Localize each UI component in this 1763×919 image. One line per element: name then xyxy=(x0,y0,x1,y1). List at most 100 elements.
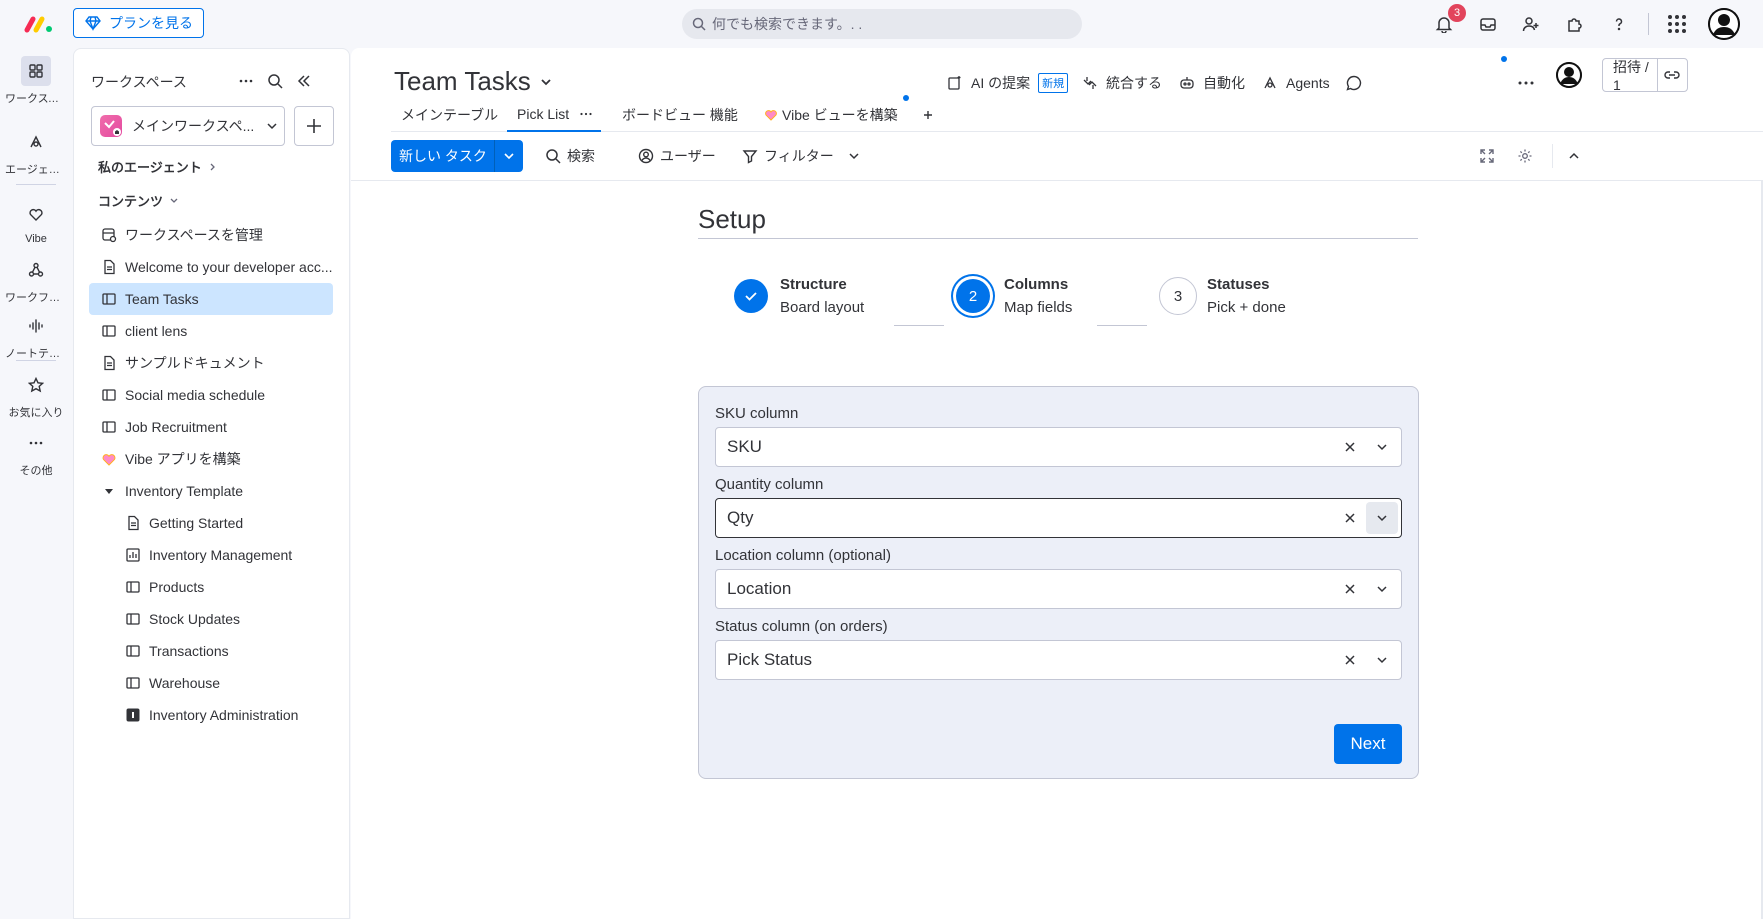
sidebar-item-label: Team Tasks xyxy=(125,291,199,307)
chevron-down-icon[interactable] xyxy=(848,150,860,162)
sidebar-item[interactable]: Welcome to your developer acc... xyxy=(89,251,333,283)
rail-item-vibe[interactable]: Vibe xyxy=(0,199,72,245)
sidebar-item[interactable]: サンプルドキュメント xyxy=(89,347,333,379)
chevron-down-icon[interactable] xyxy=(1366,431,1398,463)
contents-section[interactable]: コンテンツ xyxy=(98,191,179,210)
sidebar-item-label: Social media schedule xyxy=(125,387,266,403)
sidebar-item[interactable]: Job Recruitment xyxy=(89,411,333,443)
chevron-down-icon[interactable] xyxy=(1366,644,1398,676)
settings-gear-icon[interactable] xyxy=(1517,140,1533,172)
sidebar-item[interactable]: Transactions xyxy=(89,635,333,667)
tab-options-icon[interactable] xyxy=(579,107,593,121)
workspace-sidebar: ワークスペース メインワークスペ... 私のエージェント コンテンツ ワークスペ… xyxy=(73,48,350,919)
rail-divider xyxy=(16,184,56,185)
sidebar-search-icon[interactable] xyxy=(263,69,287,93)
sidebar-item[interactable]: ワークスペースを管理 xyxy=(89,219,333,251)
sidebar-item[interactable]: Products xyxy=(89,571,333,603)
board-title[interactable]: Team Tasks xyxy=(394,66,553,97)
automate-button[interactable]: 自動化 xyxy=(1179,68,1245,98)
agents-button[interactable]: Agents xyxy=(1262,68,1330,98)
rail-label: Vibe xyxy=(25,233,47,245)
rail-item-more[interactable]: その他 xyxy=(0,428,72,478)
clear-icon[interactable] xyxy=(1334,502,1366,534)
step-subtitle: Map fields xyxy=(1004,299,1073,316)
tab-label: メインテーブル xyxy=(401,107,499,123)
sidebar-item[interactable]: client lens xyxy=(89,315,333,347)
ai-suggestions-button[interactable]: AI の提案 新規 xyxy=(947,68,1069,98)
integrate-button[interactable]: 統合する xyxy=(1082,68,1162,98)
collapse-sidebar-icon[interactable] xyxy=(292,69,316,93)
filter-button[interactable]: フィルター xyxy=(742,140,860,172)
board-menu-icon[interactable] xyxy=(1517,68,1535,98)
invite-button[interactable]: 招待 / 1 xyxy=(1602,58,1688,93)
tab-build-vibe-view[interactable]: Vibe ビューを構築 xyxy=(754,98,908,132)
sidebar-item[interactable]: Warehouse xyxy=(89,667,333,699)
sidebar-item[interactable]: Team Tasks xyxy=(89,283,333,315)
my-agents-section[interactable]: 私のエージェント xyxy=(98,157,218,176)
caret-icon[interactable] xyxy=(101,483,117,499)
rail-item-agents[interactable]: エージェント xyxy=(0,127,72,177)
clear-icon[interactable] xyxy=(1334,644,1366,676)
sku-column-select[interactable]: SKU xyxy=(715,427,1402,467)
sidebar-more-icon[interactable] xyxy=(234,69,258,93)
next-button[interactable]: Next xyxy=(1334,724,1402,764)
copy-link-icon[interactable] xyxy=(1656,59,1687,91)
sidebar-item[interactable]: Stock Updates xyxy=(89,603,333,635)
rail-item-workspace[interactable]: ワークスペース xyxy=(0,56,72,106)
fullscreen-icon[interactable] xyxy=(1479,140,1495,172)
rail-item-notetaker[interactable]: ノートテイカー xyxy=(0,311,72,361)
chevron-down-icon[interactable] xyxy=(1366,573,1398,605)
tab-main-table[interactable]: メインテーブル xyxy=(391,98,508,132)
help-icon[interactable] xyxy=(1605,10,1633,38)
see-plans-button[interactable]: プランを見る xyxy=(73,8,204,38)
sidebar-item[interactable]: Inventory Template xyxy=(89,475,333,507)
inbox-icon[interactable] xyxy=(1474,10,1502,38)
tab-label: ボードビュー 機能 xyxy=(622,107,738,123)
quantity-column-select[interactable]: Qty xyxy=(715,498,1402,538)
updates-chat-icon[interactable] xyxy=(1345,68,1363,98)
sidebar-item-label: Job Recruitment xyxy=(125,419,227,435)
sidebar-item-label: Inventory Template xyxy=(125,483,244,499)
rail-item-workflows[interactable]: ワークフロー xyxy=(0,255,72,305)
chevron-down-icon[interactable] xyxy=(1366,502,1398,534)
sidebar-item[interactable]: Inventory Management xyxy=(89,539,333,571)
user-avatar[interactable] xyxy=(1708,8,1740,40)
add-item-button[interactable] xyxy=(294,106,334,146)
clear-icon[interactable] xyxy=(1334,431,1366,463)
setup-title: Setup xyxy=(698,204,766,234)
apps-puzzle-icon[interactable] xyxy=(1561,10,1589,38)
status-column-select[interactable]: Pick Status xyxy=(715,640,1402,680)
chevron-down-icon xyxy=(266,120,278,132)
board-member-avatar[interactable] xyxy=(1556,62,1582,88)
workspace-selector[interactable]: メインワークスペ... xyxy=(91,106,285,146)
tab-pick-list[interactable]: Pick List xyxy=(507,98,602,132)
global-search-input[interactable]: 何でも検索できます。. . xyxy=(682,9,1082,39)
sidebar-item[interactable]: Getting Started xyxy=(89,507,333,539)
monday-logo[interactable] xyxy=(24,14,54,34)
step-columns[interactable]: 2 Columns Map fields xyxy=(953,273,1072,319)
step-statuses[interactable]: 3 Statuses Pick + done xyxy=(1159,273,1286,319)
rail-divider xyxy=(16,360,56,361)
board-toolbar: 新しい タスク 検索 ユーザー フィルター xyxy=(391,140,1763,180)
step-number-pending: 3 xyxy=(1159,277,1197,315)
new-task-dropdown-icon[interactable] xyxy=(494,140,523,172)
clear-icon[interactable] xyxy=(1334,573,1366,605)
sidebar-item[interactable]: Vibe アプリを構築 xyxy=(89,443,333,475)
filter-icon xyxy=(742,148,758,164)
rail-item-favorites[interactable]: お気に入り xyxy=(0,370,72,420)
tab-board-view[interactable]: ボードビュー 機能 xyxy=(612,98,748,132)
user-label: ユーザー xyxy=(660,148,716,164)
sidebar-item[interactable]: Social media schedule xyxy=(89,379,333,411)
add-view-icon[interactable] xyxy=(912,98,944,132)
new-task-button[interactable]: 新しい タスク xyxy=(391,140,523,172)
search-button[interactable]: 検索 xyxy=(545,140,595,172)
robot-icon xyxy=(1179,75,1195,91)
step-structure[interactable]: Structure Board layout xyxy=(734,273,864,319)
sidebar-item[interactable]: Inventory Administration xyxy=(89,699,333,731)
person-filter-button[interactable]: ユーザー xyxy=(638,140,716,172)
app-grid-icon[interactable] xyxy=(1663,10,1691,38)
content-divider xyxy=(351,180,1763,181)
location-column-select[interactable]: Location xyxy=(715,569,1402,609)
collapse-header-icon[interactable] xyxy=(1561,140,1587,172)
invite-user-icon[interactable] xyxy=(1517,10,1545,38)
